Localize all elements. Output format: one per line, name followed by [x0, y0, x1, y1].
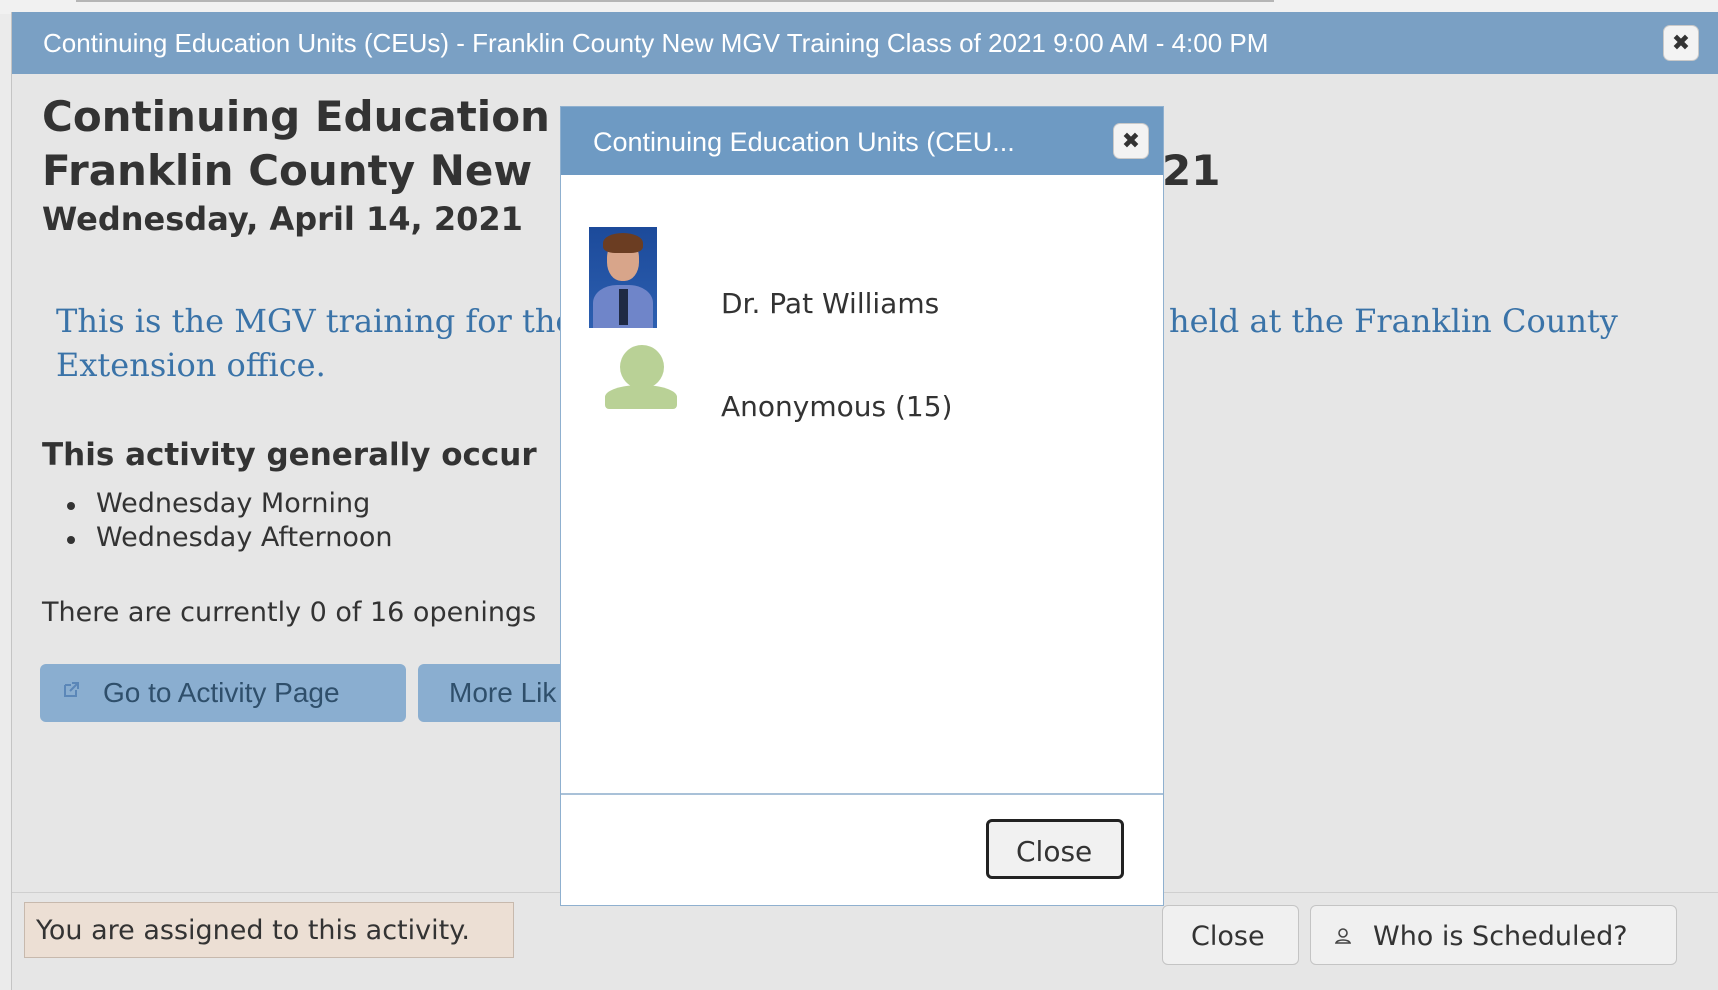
- scheduled-people-modal: Continuing Education Units (CEU... ✖ Dr.…: [560, 106, 1164, 906]
- anonymous-avatar-icon: [593, 335, 687, 411]
- description-line1-end: held at the Franklin County: [1169, 302, 1618, 340]
- close-button[interactable]: Close: [1162, 905, 1299, 965]
- activity-heading-line1: Continuing Education: [42, 92, 550, 141]
- external-link-icon: [64, 682, 79, 697]
- modal-close-button[interactable]: Close: [986, 819, 1124, 879]
- modal-title: Continuing Education Units (CEU...: [593, 127, 1015, 157]
- description-line1: This is the MGV training for the: [56, 302, 575, 340]
- occurs-heading: This activity generally occur: [42, 437, 537, 473]
- list-item: Wednesday Morning: [66, 488, 371, 519]
- who-is-scheduled-button[interactable]: Who is Scheduled?: [1310, 905, 1677, 965]
- go-to-activity-button[interactable]: Go to Activity Page: [40, 664, 406, 722]
- activity-heading-line2-tail: 21: [1162, 146, 1221, 195]
- close-icon[interactable]: ✖: [1113, 123, 1149, 159]
- dialog-title: Continuing Education Units (CEUs) - Fran…: [43, 28, 1269, 58]
- modal-footer-divider: [561, 793, 1163, 795]
- assigned-status: You are assigned to this activity.: [24, 902, 514, 958]
- modal-close-label: Close: [1016, 835, 1093, 868]
- person-photo: [589, 227, 657, 328]
- who-is-scheduled-label: Who is Scheduled?: [1373, 921, 1628, 952]
- more-like-button[interactable]: More Lik: [418, 664, 578, 722]
- go-to-activity-label: Go to Activity Page: [103, 677, 340, 708]
- background-divider: [76, 0, 1274, 2]
- modal-title-bar[interactable]: Continuing Education Units (CEU... ✖: [561, 107, 1163, 175]
- person-name: Dr. Pat Williams: [721, 287, 940, 320]
- list-item: Wednesday Afternoon: [67, 522, 393, 553]
- activity-heading-line2: Franklin County New: [42, 146, 533, 195]
- openings-text: There are currently 0 of 16 openings: [42, 597, 537, 628]
- person-name: Anonymous (15): [721, 390, 953, 423]
- dialog-title-bar[interactable]: Continuing Education Units (CEUs) - Fran…: [12, 12, 1718, 74]
- more-like-label: More Lik: [449, 677, 557, 708]
- close-icon[interactable]: ✖: [1663, 25, 1699, 61]
- close-button-label: Close: [1191, 921, 1265, 952]
- activity-date: Wednesday, April 14, 2021: [42, 200, 523, 238]
- description-line2: Extension office.: [56, 346, 326, 384]
- person-icon: [1334, 928, 1352, 944]
